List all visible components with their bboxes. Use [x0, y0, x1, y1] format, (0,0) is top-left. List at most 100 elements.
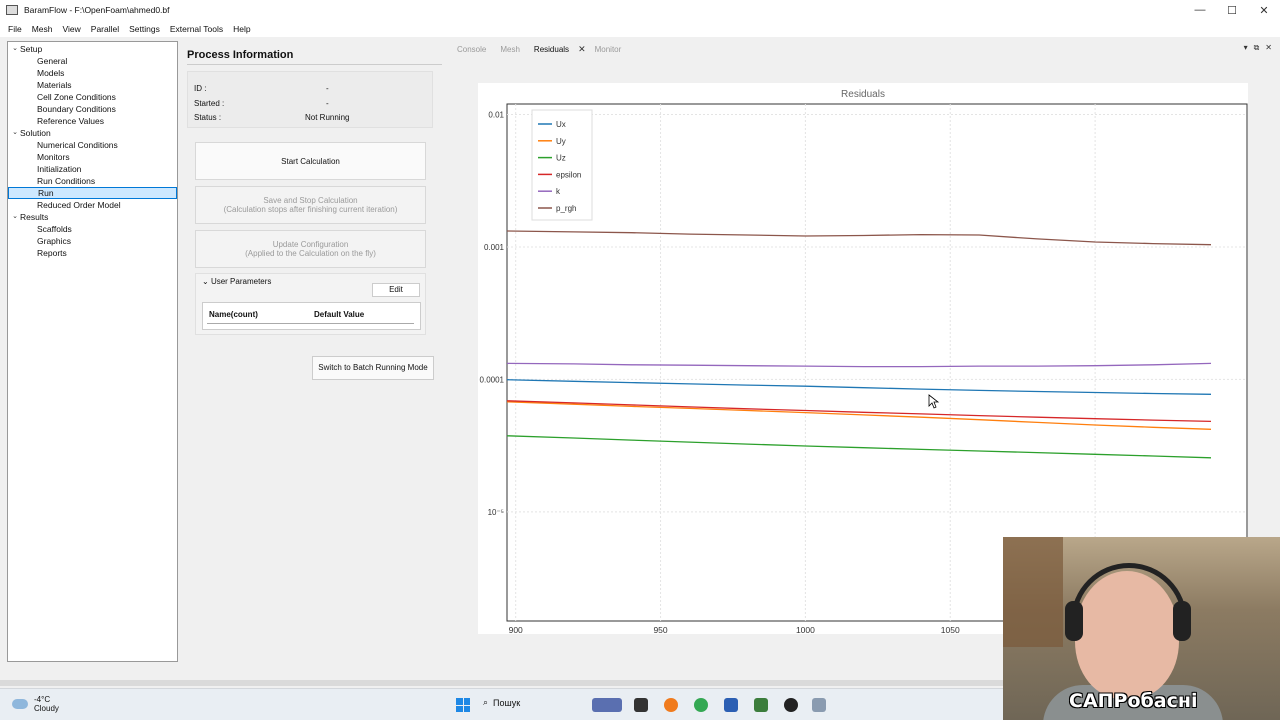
menu-parallel[interactable]: Parallel: [86, 24, 124, 34]
legend-label: p_rgh: [556, 204, 576, 213]
close-button[interactable]: ✕: [1248, 0, 1280, 20]
tree-item-general[interactable]: General: [8, 55, 177, 67]
y-tick-label: 0.001: [484, 243, 505, 252]
chevron-down-icon[interactable]: ⌄: [10, 127, 20, 139]
table-divider: [207, 323, 414, 324]
tree-item-label: Models: [37, 68, 65, 78]
started-value: -: [326, 99, 329, 108]
tree-item-graphics[interactable]: Graphics: [8, 235, 177, 247]
menu-view[interactable]: View: [58, 24, 86, 34]
dock-menu-icon[interactable]: ▾: [1244, 43, 1248, 53]
tab-close-icon[interactable]: ✕: [576, 44, 588, 55]
tree-item-boundary-conditions[interactable]: Boundary Conditions: [8, 103, 177, 115]
weather-widget[interactable]: -4°C Cloudy: [12, 695, 59, 713]
tree-item-results[interactable]: ⌄ Results: [8, 211, 177, 223]
tree-item-monitors[interactable]: Monitors: [8, 151, 177, 163]
update-configuration-sublabel: (Applied to the Calculation on the fly): [245, 249, 376, 258]
channel-watermark: САПРобасні: [1069, 690, 1198, 712]
chevron-down-icon: ⌄: [202, 277, 209, 286]
tree-item-label: Setup: [20, 44, 43, 54]
tree-item-label: Reduced Order Model: [37, 200, 121, 210]
update-configuration-label: Update Configuration: [272, 240, 349, 249]
app-icon-green[interactable]: [754, 698, 768, 712]
chevron-down-icon[interactable]: ⌄: [10, 211, 20, 223]
process-info-box: ID : - Started : - Status : Not Running: [187, 71, 433, 128]
tree-item-label: Cell Zone Conditions: [37, 92, 116, 102]
edit-button[interactable]: Edit: [372, 283, 420, 297]
start-icon[interactable]: [456, 698, 470, 712]
user-parameters-group: ⌄ User Parameters Edit Name(count) Defau…: [195, 273, 426, 335]
start-calculation-button[interactable]: Start Calculation: [195, 142, 426, 180]
menu-external-tools[interactable]: External Tools: [165, 24, 228, 34]
tab-monitor[interactable]: Monitor: [588, 45, 629, 54]
chart-title: Residuals: [841, 89, 885, 100]
tree-item-models[interactable]: Models: [8, 67, 177, 79]
tree-item-reference-values[interactable]: Reference Values: [8, 115, 177, 127]
search-label: Пошук: [493, 697, 521, 708]
minimize-button[interactable]: —: [1184, 0, 1216, 20]
x-tick-label: 950: [653, 625, 667, 634]
tree-item-run[interactable]: Run: [8, 187, 177, 199]
tab-console[interactable]: Console: [450, 45, 493, 54]
view-tabs: Console Mesh Residuals ✕ Monitor: [450, 42, 628, 56]
tree-item-materials[interactable]: Materials: [8, 79, 177, 91]
app-icon-dark[interactable]: [784, 698, 798, 712]
widget-thumbnail-icon[interactable]: [592, 698, 622, 712]
save-stop-button[interactable]: Save and Stop Calculation (Calculation s…: [195, 186, 426, 224]
y-tick-label: 0.01: [488, 110, 504, 119]
x-tick-label: 900: [509, 625, 523, 634]
menu-mesh[interactable]: Mesh: [27, 24, 58, 34]
tree-item-label: Materials: [37, 80, 72, 90]
user-parameters-header[interactable]: ⌄ User Parameters: [202, 277, 271, 286]
dock-float-icon[interactable]: ⧉: [1254, 43, 1260, 53]
tree-item-numerical-conditions[interactable]: Numerical Conditions: [8, 139, 177, 151]
tree-item-setup[interactable]: ⌄ Setup: [8, 43, 177, 55]
headphone-left: [1065, 601, 1083, 641]
firefox-icon[interactable]: [664, 698, 678, 712]
tree-item-label: Boundary Conditions: [37, 104, 116, 114]
save-app-icon[interactable]: [724, 698, 738, 712]
tree-item-scaffolds[interactable]: Scaffolds: [8, 223, 177, 235]
y-tick-label: 10⁻⁵: [488, 508, 504, 517]
tree-item-solution[interactable]: ⌄ Solution: [8, 127, 177, 139]
task-view-icon[interactable]: [634, 698, 648, 712]
batch-mode-button[interactable]: Switch to Batch Running Mode: [312, 356, 434, 380]
app-icon: [6, 5, 18, 15]
dock-controls: ▾ ⧉ ✕: [1244, 43, 1272, 53]
tree-item-label: Reference Values: [37, 116, 104, 126]
search-icon: ⌕: [483, 697, 489, 707]
chrome-icon[interactable]: [694, 698, 708, 712]
tree-item-label: Scaffolds: [37, 224, 72, 234]
y-tick-label: 0.0001: [480, 375, 505, 384]
tree-item-run-conditions[interactable]: Run Conditions: [8, 175, 177, 187]
baramflow-taskbar-icon[interactable]: [812, 698, 826, 712]
temperature: -4°C: [34, 695, 51, 704]
horizontal-scrollbar[interactable]: [0, 680, 1005, 686]
headphones-band: [1071, 563, 1187, 623]
tree-item-reduced-order-model[interactable]: Reduced Order Model: [8, 199, 177, 211]
headphone-right: [1173, 601, 1191, 641]
tree-item-initialization[interactable]: Initialization: [8, 163, 177, 175]
tree-item-label: Monitors: [37, 152, 70, 162]
tab-residuals[interactable]: Residuals: [527, 45, 576, 54]
menu-settings[interactable]: Settings: [124, 24, 165, 34]
id-value: -: [326, 84, 329, 93]
legend-label: Ux: [556, 120, 566, 129]
window-title: BaramFlow - F:\OpenFoam\ahmed0.bf: [24, 5, 170, 15]
tree-item-reports[interactable]: Reports: [8, 247, 177, 259]
taskbar-search[interactable]: ⌕ Пошук: [483, 697, 520, 708]
maximize-button[interactable]: ☐: [1216, 0, 1248, 20]
column-header-name: Name(count): [209, 310, 258, 319]
tree-item-label: Run Conditions: [37, 176, 96, 186]
dock-close-icon[interactable]: ✕: [1265, 43, 1272, 53]
save-stop-label: Save and Stop Calculation: [263, 196, 358, 205]
tab-mesh[interactable]: Mesh: [493, 45, 527, 54]
menu-help[interactable]: Help: [228, 24, 255, 34]
user-parameters-table: Name(count) Default Value: [202, 302, 421, 330]
start-calculation-label: Start Calculation: [281, 156, 340, 166]
tree-item-cell-zone-conditions[interactable]: Cell Zone Conditions: [8, 91, 177, 103]
chevron-down-icon[interactable]: ⌄: [10, 43, 20, 55]
id-label: ID :: [194, 84, 207, 93]
menu-file[interactable]: File: [3, 24, 27, 34]
update-configuration-button[interactable]: Update Configuration (Applied to the Cal…: [195, 230, 426, 268]
